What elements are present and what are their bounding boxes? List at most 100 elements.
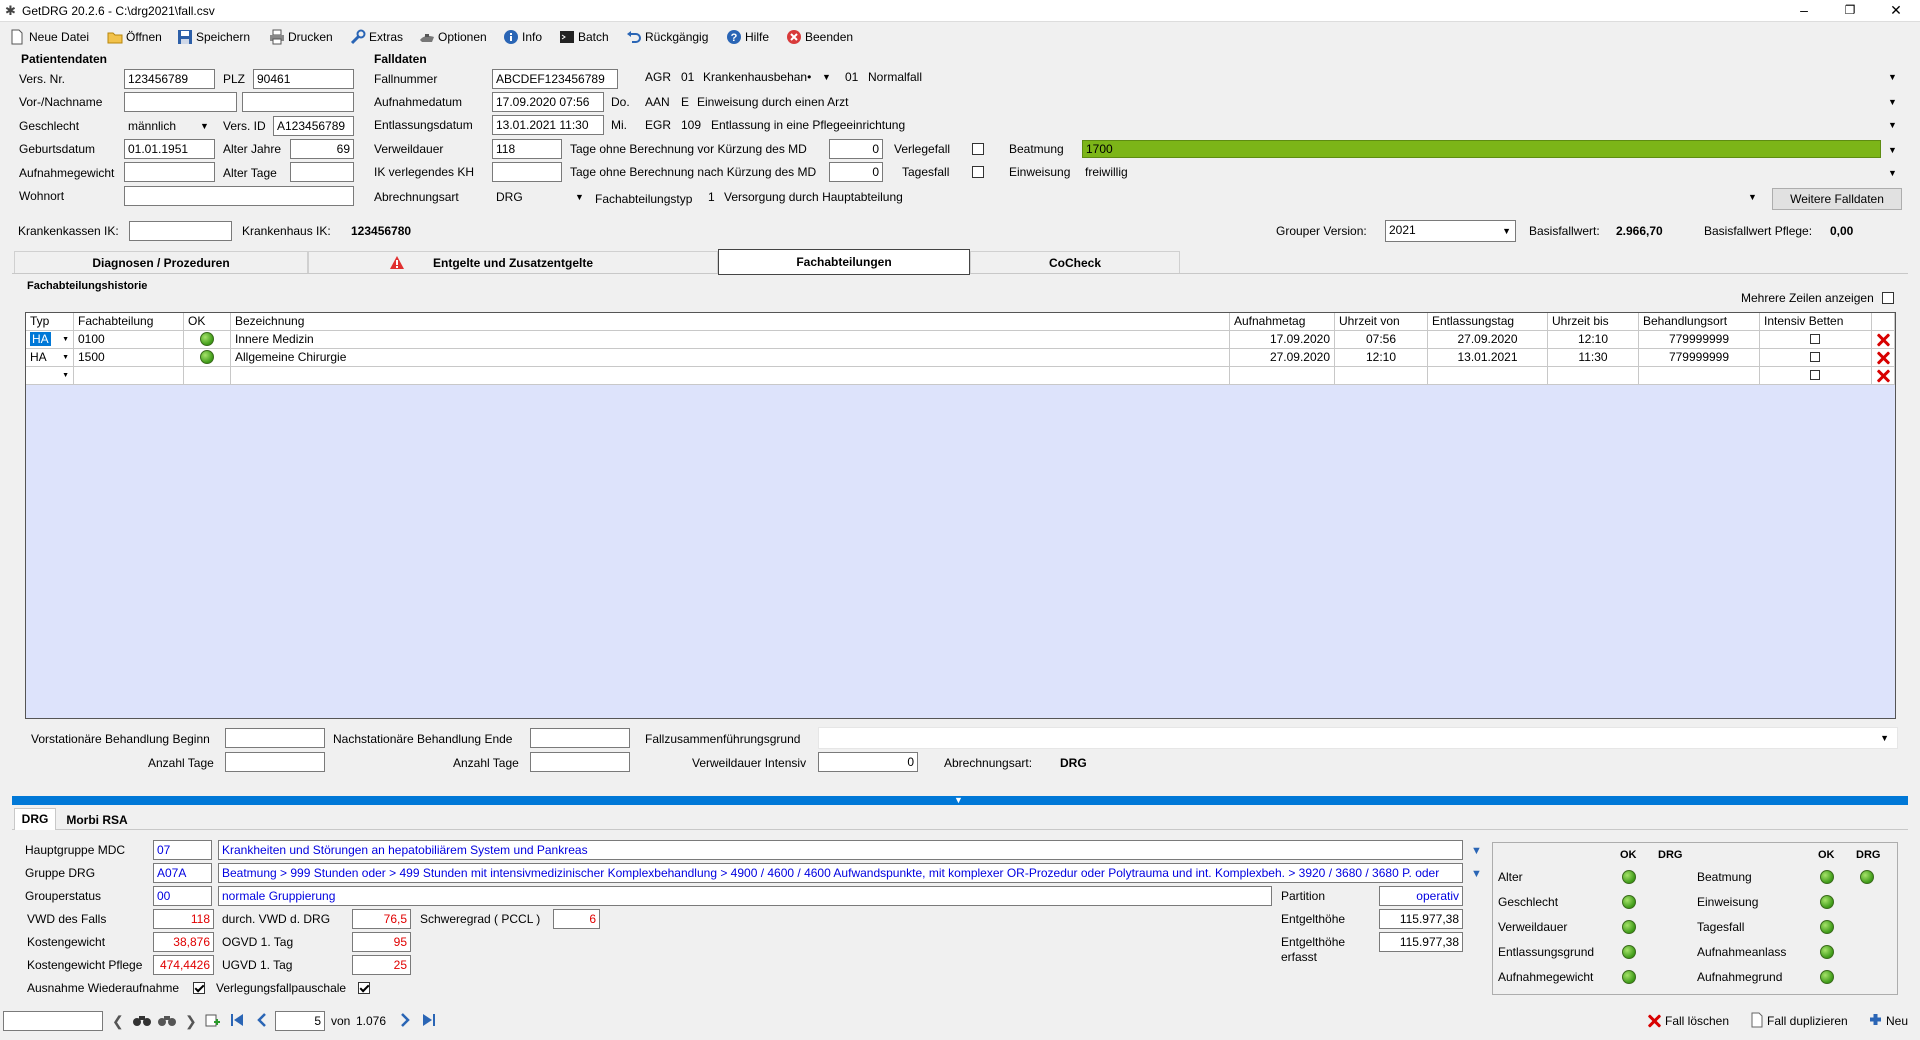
chevron-down-icon[interactable]: ▼ <box>1888 120 1897 130</box>
delete-row-icon[interactable] <box>1875 332 1891 348</box>
delete-case-button[interactable]: Fall löschen <box>1646 1012 1729 1030</box>
splitter-bar[interactable]: ▼ <box>12 796 1908 805</box>
table-cell[interactable] <box>1872 331 1895 349</box>
insurance-ik-input[interactable] <box>129 221 232 241</box>
chevron-down-icon[interactable]: ▼ <box>62 335 69 345</box>
chevron-down-icon[interactable]: ▼ <box>1888 72 1897 82</box>
minimize-icon[interactable]: – <box>1792 2 1816 20</box>
birthdate-input[interactable]: 01.01.1951 <box>124 139 215 159</box>
pre-inpatient-input[interactable] <box>225 728 325 748</box>
extras-button[interactable]: Extras <box>350 27 403 47</box>
table-cell[interactable]: 27.09.2020 <box>1230 349 1335 367</box>
gender-select[interactable]: männlich <box>128 118 176 134</box>
info-button[interactable]: Info <box>503 27 542 47</box>
table-cell[interactable]: 1500 <box>74 349 184 367</box>
table-cell[interactable] <box>1872 349 1895 367</box>
column-header[interactable]: Bezeichnung <box>231 313 1230 331</box>
exit-button[interactable]: Beenden <box>786 27 853 47</box>
table-cell[interactable]: 27.09.2020 <box>1428 331 1548 349</box>
column-header[interactable]: Typ <box>26 313 74 331</box>
ventilation-field[interactable]: 1700 <box>1082 140 1881 158</box>
chevron-down-icon[interactable]: ▼ <box>1888 168 1897 178</box>
tab-departments[interactable]: Fachabteilungen <box>718 249 970 275</box>
table-cell[interactable] <box>1335 367 1428 385</box>
days-input-2[interactable] <box>530 752 630 772</box>
table-cell[interactable]: 12:10 <box>1335 349 1428 367</box>
transfer-checkbox[interactable] <box>972 143 984 155</box>
previous-record-icon[interactable] <box>254 1012 270 1031</box>
chevron-down-icon[interactable]: ▼ <box>1748 192 1757 202</box>
record-number-input[interactable]: 5 <box>275 1011 325 1031</box>
chevron-down-icon[interactable]: ▼ <box>62 371 69 381</box>
table-cell[interactable]: HA ▼ <box>26 331 74 349</box>
table-cell[interactable]: 17.09.2020 <box>1230 331 1335 349</box>
table-cell[interactable] <box>184 349 231 367</box>
save-button[interactable]: Speichern <box>177 27 250 47</box>
help-button[interactable]: ? Hilfe <box>726 27 769 47</box>
discharge-date-input[interactable]: 13.01.2021 11:30 <box>492 115 604 135</box>
tab-cocheck[interactable]: CoCheck <box>970 251 1180 273</box>
new-file-button[interactable]: Neue Datei <box>10 27 89 47</box>
delete-row-icon[interactable] <box>1875 350 1891 366</box>
icu-beds-checkbox[interactable] <box>1810 352 1820 362</box>
dept-type-select[interactable]: Versorgung durch Hauptabteilung <box>724 189 903 205</box>
days-after-input[interactable]: 0 <box>829 162 883 182</box>
tab-diagnoses[interactable]: Diagnosen / Prozeduren <box>14 251 308 273</box>
aan-select[interactable]: Einweisung durch einen Arzt <box>697 94 848 110</box>
tab-morbi-rsa[interactable]: Morbi RSA <box>58 810 136 830</box>
table-cell[interactable] <box>1230 367 1335 385</box>
billing-type-select[interactable]: DRG <box>496 189 523 205</box>
table-cell[interactable]: HA ▼ <box>26 349 74 367</box>
age-days-input[interactable] <box>290 162 354 182</box>
tab-drg[interactable]: DRG <box>14 808 56 830</box>
last-record-icon[interactable] <box>421 1012 437 1031</box>
table-cell[interactable]: Innere Medizin <box>231 331 1230 349</box>
table-cell[interactable] <box>1760 367 1872 385</box>
table-cell[interactable] <box>1872 367 1895 385</box>
chevron-down-icon[interactable]: ▼ <box>200 121 209 131</box>
close-icon[interactable]: ✕ <box>1884 2 1908 20</box>
referral-select[interactable]: freiwillig <box>1085 164 1128 180</box>
expand-down-icon[interactable]: ▼ <box>1471 846 1482 857</box>
table-cell[interactable]: ▼ <box>26 367 74 385</box>
table-cell[interactable]: 13.01.2021 <box>1428 349 1548 367</box>
column-header[interactable]: Fachabteilung <box>74 313 184 331</box>
print-button[interactable]: Drucken <box>269 27 333 47</box>
table-cell[interactable]: 0100 <box>74 331 184 349</box>
column-header[interactable]: Behandlungsort <box>1639 313 1760 331</box>
table-cell[interactable]: 779999999 <box>1639 331 1760 349</box>
duplicate-case-button[interactable]: Fall duplizieren <box>1750 1012 1848 1030</box>
residence-input[interactable] <box>124 186 354 206</box>
merge-reason-select[interactable]: ▼ <box>818 727 1898 749</box>
binoculars-filter-icon[interactable] <box>158 1013 176 1030</box>
first-record-icon[interactable] <box>229 1012 245 1031</box>
table-cell[interactable]: 779999999 <box>1639 349 1760 367</box>
add-to-list-icon[interactable] <box>205 1012 221 1031</box>
search-input[interactable] <box>3 1011 103 1031</box>
column-header[interactable]: Uhrzeit von <box>1335 313 1428 331</box>
expand-down-icon[interactable]: ▼ <box>1471 869 1482 880</box>
admission-date-input[interactable]: 17.09.2020 07:56 <box>492 92 604 112</box>
multi-row-checkbox[interactable] <box>1882 292 1894 304</box>
weight-input[interactable] <box>124 162 215 182</box>
ik-transfer-input[interactable] <box>492 162 562 182</box>
egr-select[interactable]: Entlassung in eine Pflegeeinrichtung <box>711 117 905 133</box>
column-header[interactable]: Aufnahmetag <box>1230 313 1335 331</box>
age-years-input[interactable]: 69 <box>290 139 354 159</box>
lastname-input[interactable] <box>242 92 354 112</box>
icu-beds-checkbox[interactable] <box>1810 370 1820 380</box>
chevron-down-icon[interactable]: ▼ <box>62 353 69 363</box>
table-cell[interactable]: 12:10 <box>1548 331 1639 349</box>
binoculars-icon[interactable] <box>133 1013 151 1030</box>
open-button[interactable]: Öffnen <box>107 27 162 47</box>
table-cell[interactable] <box>184 367 231 385</box>
icu-los-input[interactable]: 0 <box>818 752 918 772</box>
table-cell[interactable] <box>1639 367 1760 385</box>
column-header[interactable]: OK <box>184 313 231 331</box>
column-header[interactable]: Intensiv Betten <box>1760 313 1872 331</box>
readmission-exception-checkbox[interactable] <box>193 982 205 994</box>
chevron-down-icon[interactable]: ▼ <box>822 72 831 82</box>
table-cell[interactable] <box>231 367 1230 385</box>
case-number-input[interactable]: ABCDEF123456789 <box>492 69 618 89</box>
table-cell[interactable] <box>1760 331 1872 349</box>
